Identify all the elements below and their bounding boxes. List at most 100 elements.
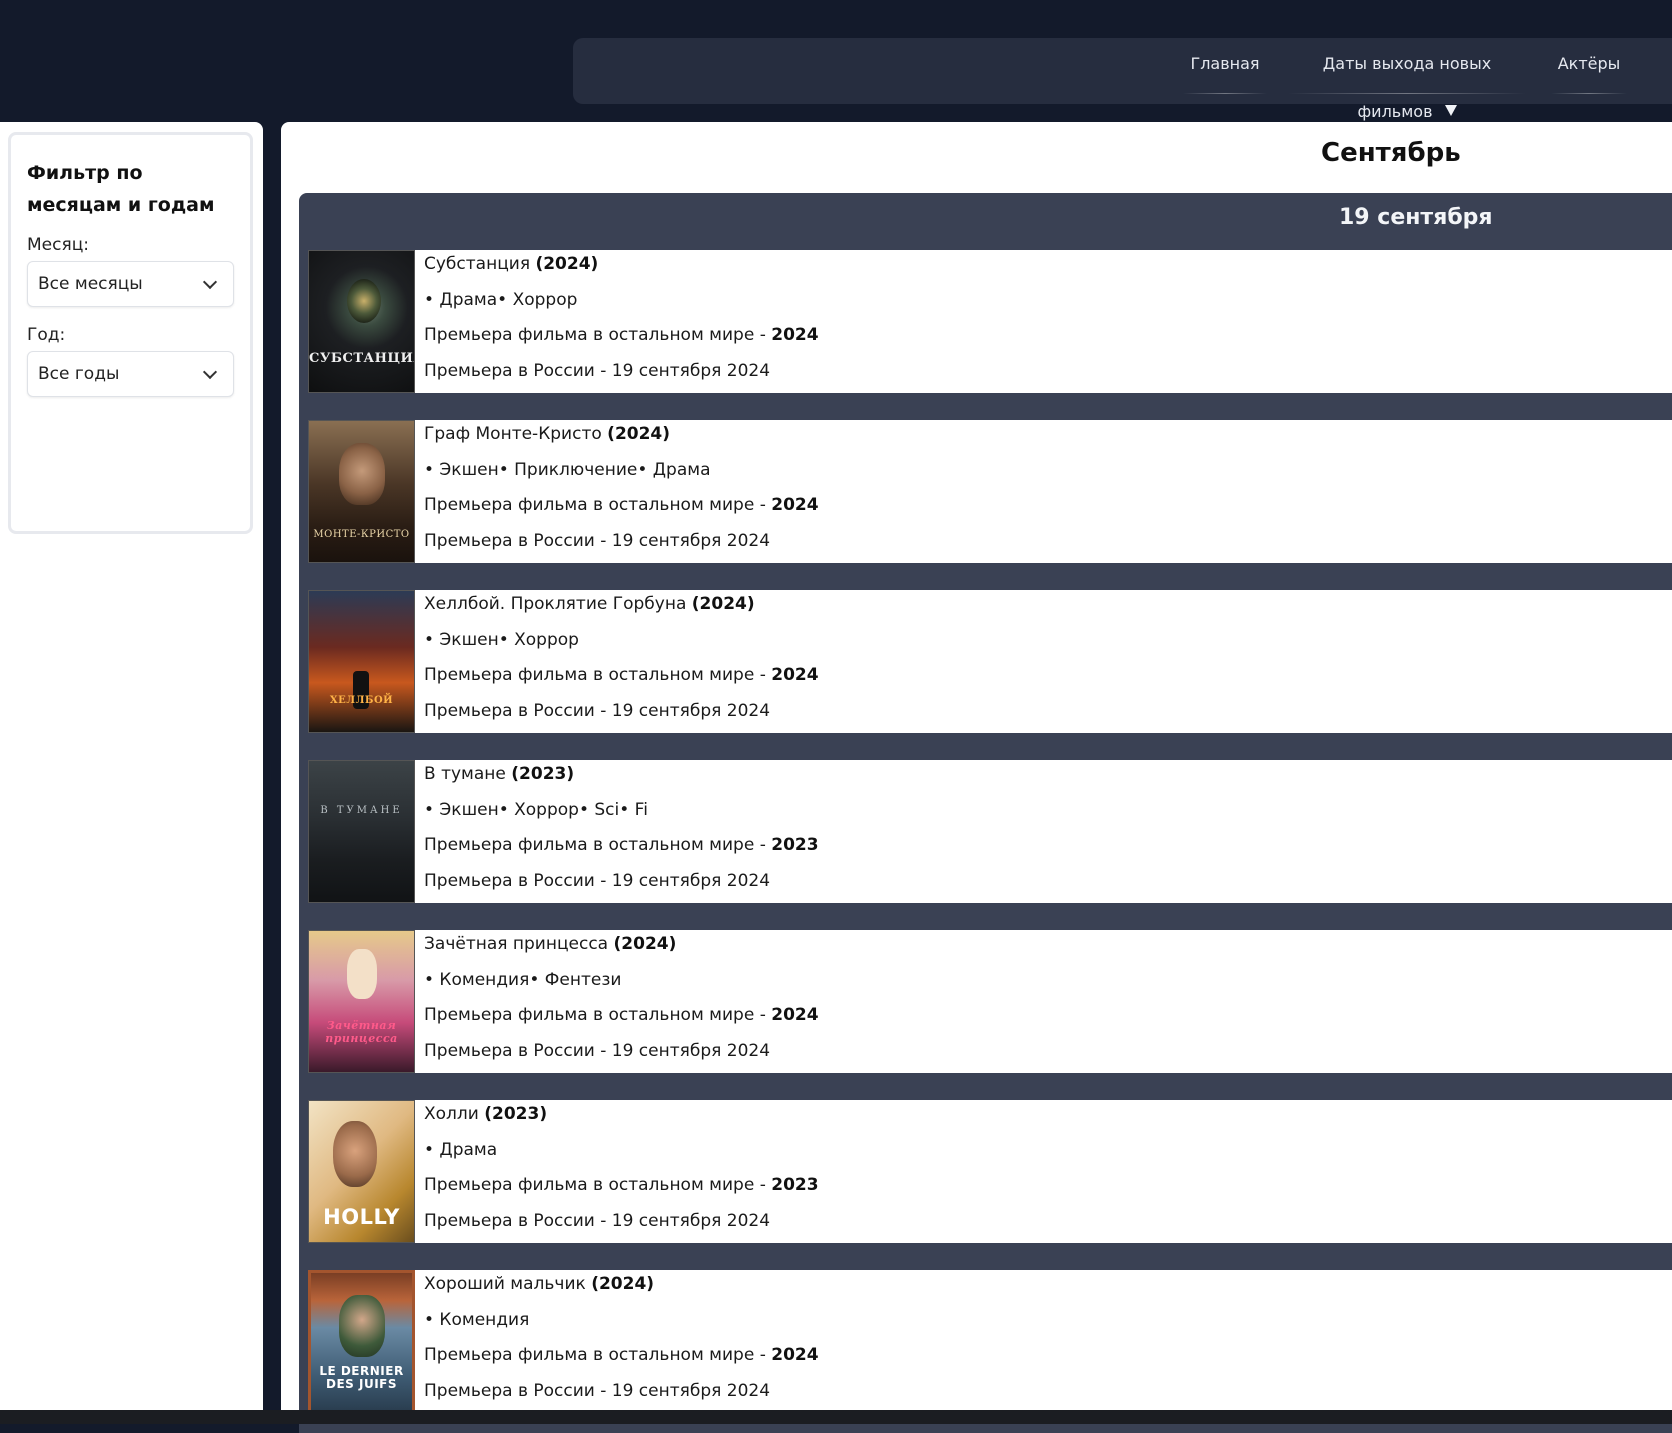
movie-title: В тумане xyxy=(424,764,506,784)
world-premiere-year: 2024 xyxy=(771,1005,819,1025)
poster-title: LE DERNIER DES JUIFS xyxy=(319,1364,404,1391)
movie-info: В тумане (2023) • Экшен• Хоррор• Sci• Fi… xyxy=(424,760,1624,902)
date-group: 19 сентября СУБСТАНЦИЯ Субстанция (2024)… xyxy=(299,193,1672,1433)
world-premiere-label: Премьера фильма в остальном мире - xyxy=(424,1005,766,1025)
nav-underline xyxy=(1183,93,1267,94)
world-premiere-label: Премьера фильма в остальном мире - xyxy=(424,325,766,345)
year-label: Год: xyxy=(27,325,66,345)
month-label: Месяц: xyxy=(27,235,89,255)
movie-poster[interactable]: ХЕЛЛБОЙ xyxy=(308,590,415,733)
movie-title-line: Субстанция (2024) xyxy=(424,250,1624,286)
movie-card[interactable]: HOLLY Холли (2023) • Драма Премьера филь… xyxy=(308,1100,1672,1243)
month-select[interactable]: Все месяцы xyxy=(27,261,234,307)
movie-genres: • Драма xyxy=(424,1139,498,1160)
movie-title-line: В тумане (2023) xyxy=(424,760,1624,796)
russia-premiere-label: Премьера в России - xyxy=(424,360,607,381)
movie-title-line: Хороший мальчик (2024) xyxy=(424,1270,1624,1306)
movie-year: (2024) xyxy=(613,934,677,954)
eye-graphic xyxy=(347,279,381,323)
world-premiere-label: Премьера фильма в остальном мире - xyxy=(424,1345,766,1365)
nav-underline xyxy=(1551,93,1627,94)
russia-premiere-label: Премьера в России - xyxy=(424,1210,607,1231)
world-premiere-line: Премьера фильма в остальном мире - 2024 xyxy=(424,1341,1624,1377)
filter-card: Фильтр по месяцам и годам Месяц: Все мес… xyxy=(8,132,253,534)
caret-down-icon xyxy=(1444,105,1457,116)
movie-genres: • Комендия• Фентези xyxy=(424,969,622,990)
movie-title: Холли xyxy=(424,1104,479,1124)
chevron-down-icon xyxy=(202,364,218,380)
movie-card[interactable]: LE DERNIER DES JUIFS Хороший мальчик (20… xyxy=(308,1270,1672,1413)
movie-year: (2024) xyxy=(535,254,599,274)
world-premiere-line: Премьера фильма в остальном мире - 2024 xyxy=(424,321,1624,357)
movie-card[interactable]: МОНТЕ-КРИСТО Граф Монте-Кристо (2024) • … xyxy=(308,420,1672,563)
nav-release-dates-dropdown[interactable]: Даты выхода новых фильмов xyxy=(1288,38,1526,121)
movie-poster[interactable]: Зачётная принцесса xyxy=(308,930,415,1073)
nav-home-link[interactable]: Главная xyxy=(1183,38,1267,104)
movie-poster[interactable]: В ТУМАНЕ xyxy=(308,760,415,903)
main-content: Сентябрь 19 сентября СУБСТАНЦИЯ Субстанц… xyxy=(281,122,1672,1433)
sidebar: Фильтр по месяцам и годам Месяц: Все мес… xyxy=(0,122,263,1410)
chevron-down-icon xyxy=(202,274,218,290)
movie-title: Субстанция xyxy=(424,254,531,274)
world-premiere-year: 2024 xyxy=(771,325,819,345)
russia-premiere-date: 19 сентября 2024 xyxy=(611,870,771,891)
russia-premiere-date: 19 сентября 2024 xyxy=(611,1210,771,1231)
movie-info: Граф Монте-Кристо (2024) • Экшен• Приклю… xyxy=(424,420,1624,562)
poster-title: МОНТЕ-КРИСТО xyxy=(313,529,410,540)
movie-card[interactable]: СУБСТАНЦИЯ Субстанция (2024) • Драма• Хо… xyxy=(308,250,1672,393)
russia-premiere-label: Премьера в России - xyxy=(424,870,607,891)
movie-poster[interactable]: СУБСТАНЦИЯ xyxy=(308,250,415,393)
movie-title-line: Хеллбой. Проклятие Горбуна (2024) xyxy=(424,590,1624,626)
movie-genres: • Экшен• Хоррор xyxy=(424,629,579,650)
year-select[interactable]: Все годы xyxy=(27,351,234,397)
world-premiere-line: Премьера фильма в остальном мире - 2023 xyxy=(424,831,1624,867)
movie-card[interactable]: Зачётная принцесса Зачётная принцесса (2… xyxy=(308,930,1672,1073)
nav-underline xyxy=(1288,93,1526,94)
poster-title: В ТУМАНЕ xyxy=(320,805,403,816)
princess-graphic xyxy=(347,949,377,999)
movie-genres: • Экшен• Хоррор• Sci• Fi xyxy=(424,799,648,820)
russia-premiere-date: 19 сентября 2024 xyxy=(611,1380,771,1401)
movie-title: Граф Монте-Кристо xyxy=(424,424,602,444)
world-premiere-line: Премьера фильма в остальном мире - 2024 xyxy=(424,1001,1624,1037)
nav-actors-link[interactable]: Актёры xyxy=(1551,38,1627,104)
movie-title-line: Граф Монте-Кристо (2024) xyxy=(424,420,1624,456)
russia-premiere-label: Премьера в России - xyxy=(424,1040,607,1061)
movie-poster[interactable]: LE DERNIER DES JUIFS xyxy=(308,1270,415,1413)
world-premiere-line: Премьера фильма в остальном мире - 2024 xyxy=(424,491,1624,527)
movie-title: Хороший мальчик xyxy=(424,1274,586,1294)
movie-year: (2023) xyxy=(511,764,575,784)
movie-title: Хеллбой. Проклятие Горбуна xyxy=(424,594,687,614)
movie-poster[interactable]: HOLLY xyxy=(308,1100,415,1243)
movie-card[interactable]: В ТУМАНЕ В тумане (2023) • Экшен• Хоррор… xyxy=(308,760,1672,903)
movie-genres: • Экшен• Приключение• Драма xyxy=(424,459,711,480)
russia-premiere-date: 19 сентября 2024 xyxy=(611,360,771,381)
russia-premiere-line: Премьера в России - 19 сентября 2024 xyxy=(424,1037,1624,1073)
russia-premiere-line: Премьера в России - 19 сентября 2024 xyxy=(424,1377,1624,1413)
movie-poster[interactable]: МОНТЕ-КРИСТО xyxy=(308,420,415,563)
russia-premiere-date: 19 сентября 2024 xyxy=(611,700,771,721)
movie-info: Зачётная принцесса (2024) • Комендия• Фе… xyxy=(424,930,1624,1072)
world-premiere-year: 2024 xyxy=(771,665,819,685)
movie-info: Хороший мальчик (2024) • Комендия Премье… xyxy=(424,1270,1624,1412)
poster-title: HOLLY xyxy=(323,1205,400,1229)
nav-actors-label: Актёры xyxy=(1557,54,1621,73)
filter-title: Фильтр по месяцам и годам xyxy=(27,162,215,216)
movie-year: (2024) xyxy=(591,1274,655,1294)
world-premiere-label: Премьера фильма в остальном мире - xyxy=(424,495,766,515)
russia-premiere-line: Премьера в России - 19 сентября 2024 xyxy=(424,1207,1624,1243)
movie-year: (2023) xyxy=(484,1104,548,1124)
movie-genres: • Драма• Хоррор xyxy=(424,289,578,310)
world-premiere-line: Премьера фильма в остальном мире - 2023 xyxy=(424,1171,1624,1207)
portrait-graphic xyxy=(339,443,385,505)
world-premiere-line: Премьера фильма в остальном мире - 2024 xyxy=(424,661,1624,697)
russia-premiere-line: Премьера в России - 19 сентября 2024 xyxy=(424,867,1624,903)
movie-info: Холли (2023) • Драма Премьера фильма в о… xyxy=(424,1100,1624,1242)
month-title: Сентябрь xyxy=(1321,138,1461,168)
movie-card[interactable]: ХЕЛЛБОЙ Хеллбой. Проклятие Горбуна (2024… xyxy=(308,590,1672,733)
world-premiere-year: 2024 xyxy=(771,495,819,515)
month-select-value: Все месяцы xyxy=(38,274,143,294)
date-header: 19 сентября xyxy=(1339,205,1493,230)
russia-premiere-line: Премьера в России - 19 сентября 2024 xyxy=(424,357,1624,393)
top-navbar: Главная Даты выхода новых фильмов Актёры xyxy=(573,38,1672,121)
